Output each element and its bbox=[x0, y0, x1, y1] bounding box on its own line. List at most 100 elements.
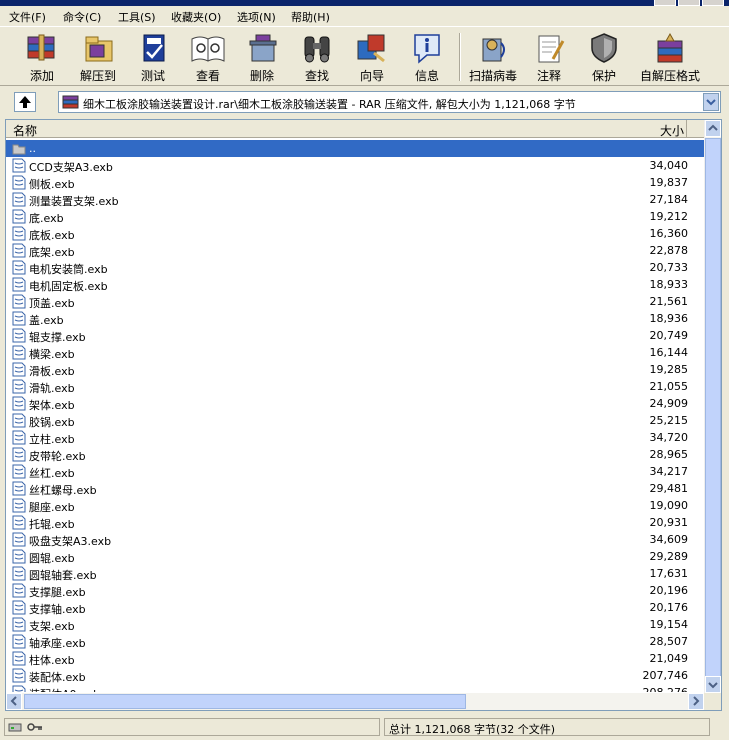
file-name: 滑轨.exb bbox=[29, 382, 75, 395]
file-row[interactable]: 电机固定板.exb 18,933 bbox=[6, 276, 705, 293]
file-row[interactable]: 装配体.exb 207,746 bbox=[6, 667, 705, 684]
chevron-down-icon bbox=[706, 99, 716, 106]
file-row[interactable]: 圆辊轴套.exb 17,631 bbox=[6, 565, 705, 582]
file-row[interactable]: 辊支撑.exb 20,749 bbox=[6, 327, 705, 344]
file-size: 29,481 bbox=[649, 482, 689, 495]
file-row[interactable]: 丝杠螺母.exb 29,481 bbox=[6, 480, 705, 497]
file-name: 支撑轴.exb bbox=[29, 603, 86, 616]
file-row[interactable]: 丝杠.exb 34,217 bbox=[6, 463, 705, 480]
file-name: CCD支架A3.exb bbox=[29, 161, 113, 174]
file-row[interactable]: 侧板.exb 19,837 bbox=[6, 174, 705, 191]
exb-file-icon bbox=[12, 668, 26, 683]
file-row[interactable]: 支架.exb 19,154 bbox=[6, 616, 705, 633]
file-row[interactable]: 吸盘支架A3.exb 34,609 bbox=[6, 531, 705, 548]
menu-file[interactable]: 文件(F) bbox=[9, 9, 46, 25]
file-row[interactable]: 底板.exb 16,360 bbox=[6, 225, 705, 242]
delete-button[interactable]: 删除 bbox=[234, 30, 290, 84]
file-row[interactable]: 顶盖.exb 21,561 bbox=[6, 293, 705, 310]
exb-file-icon bbox=[12, 685, 26, 692]
exb-file-icon bbox=[12, 498, 26, 513]
file-size: 16,360 bbox=[649, 227, 689, 240]
menu-help[interactable]: 帮助(H) bbox=[291, 9, 330, 25]
file-row[interactable]: 胶锅.exb 25,215 bbox=[6, 412, 705, 429]
file-list: 名称 大小 .. CCD支架A3.exb 34,040 侧板.exb 19,837 测量… bbox=[5, 119, 722, 711]
file-size: 28,507 bbox=[649, 635, 689, 648]
file-row[interactable]: 轴承座.exb 28,507 bbox=[6, 633, 705, 650]
file-name: 测量装置支架.exb bbox=[29, 195, 119, 208]
scroll-up-button[interactable] bbox=[705, 120, 721, 137]
file-name: 侧板.exb bbox=[29, 178, 75, 191]
add-label: 添加 bbox=[29, 69, 54, 83]
file-row[interactable]: 柱体.exb 21,049 bbox=[6, 650, 705, 667]
column-header-size[interactable]: 大小 bbox=[660, 122, 684, 139]
virus-scan-button[interactable]: 扫描病毒 bbox=[465, 30, 521, 84]
wizard-icon bbox=[357, 34, 385, 63]
file-row[interactable]: 电机安装筒.exb 20,733 bbox=[6, 259, 705, 276]
file-name: 底.exb bbox=[29, 212, 64, 225]
find-button[interactable]: 查找 bbox=[289, 30, 345, 84]
rar-archive-icon bbox=[62, 95, 79, 109]
test-button[interactable]: 测试 bbox=[125, 30, 181, 84]
info-button[interactable]: 信息 bbox=[399, 30, 455, 84]
view-button[interactable]: 查看 bbox=[180, 30, 236, 84]
file-row[interactable]: 立柱.exb 34,720 bbox=[6, 429, 705, 446]
scroll-right-button[interactable] bbox=[688, 693, 704, 710]
file-row[interactable]: 滑轨.exb 21,055 bbox=[6, 378, 705, 395]
file-row[interactable]: 装配体A0.exb 208,276 bbox=[6, 684, 705, 692]
file-row[interactable]: 支撑轴.exb 20,176 bbox=[6, 599, 705, 616]
sfx-button[interactable]: 自解压格式 bbox=[636, 30, 704, 84]
file-row[interactable]: 盖.exb 18,936 bbox=[6, 310, 705, 327]
file-row[interactable]: CCD支架A3.exb 34,040 bbox=[6, 157, 705, 174]
file-size: 20,749 bbox=[649, 329, 689, 342]
menu-favorites[interactable]: 收藏夹(O) bbox=[171, 9, 221, 25]
vertical-scroll-thumb[interactable] bbox=[705, 138, 721, 678]
menu-options[interactable]: 选项(N) bbox=[237, 9, 276, 25]
file-row[interactable]: 横梁.exb 16,144 bbox=[6, 344, 705, 361]
up-one-level-button[interactable] bbox=[14, 92, 36, 112]
file-name: 装配体.exb bbox=[29, 671, 86, 684]
file-row[interactable]: 圆辊.exb 29,289 bbox=[6, 548, 705, 565]
delete-label: 删除 bbox=[249, 69, 274, 83]
file-row[interactable]: 测量装置支架.exb 27,184 bbox=[6, 191, 705, 208]
file-row[interactable]: 支撑腿.exb 20,196 bbox=[6, 582, 705, 599]
file-name: 顶盖.exb bbox=[29, 297, 75, 310]
file-size: 21,561 bbox=[649, 295, 689, 308]
horizontal-scrollbar[interactable] bbox=[6, 693, 705, 710]
parent-folder-row[interactable]: .. bbox=[6, 140, 705, 157]
file-name: 胶锅.exb bbox=[29, 416, 75, 429]
file-row[interactable]: 架体.exb 24,909 bbox=[6, 395, 705, 412]
vertical-scrollbar[interactable] bbox=[704, 120, 721, 693]
column-header-name[interactable]: 名称 bbox=[6, 120, 687, 138]
file-row[interactable]: 底.exb 19,212 bbox=[6, 208, 705, 225]
exb-file-icon bbox=[12, 277, 26, 292]
status-left-pane bbox=[4, 718, 380, 736]
folder-up-icon bbox=[12, 144, 26, 155]
address-path-combobox[interactable]: 细木工板涂胶输送装置设计.rar\细木工板涂胶输送装置 - RAR 压缩文件, … bbox=[58, 91, 721, 113]
horizontal-scroll-thumb[interactable] bbox=[24, 694, 466, 709]
menu-commands[interactable]: 命令(C) bbox=[63, 9, 101, 25]
extract-to-button[interactable]: 解压到 bbox=[70, 30, 126, 84]
file-row[interactable]: 滑板.exb 19,285 bbox=[6, 361, 705, 378]
wizard-button[interactable]: 向导 bbox=[344, 30, 400, 84]
status-bar: 总计 1,121,068 字节(32 个文件) bbox=[0, 715, 729, 740]
file-name: 轴承座.exb bbox=[29, 637, 86, 650]
exb-file-icon bbox=[12, 175, 26, 190]
scroll-left-button[interactable] bbox=[6, 693, 22, 710]
file-name: 底架.exb bbox=[29, 246, 75, 259]
menu-tools[interactable]: 工具(S) bbox=[118, 9, 156, 25]
exb-file-icon bbox=[12, 583, 26, 598]
address-dropdown-button[interactable] bbox=[703, 93, 719, 111]
scroll-down-button[interactable] bbox=[705, 676, 721, 693]
extract-to-label: 解压到 bbox=[79, 69, 116, 83]
virus-scan-icon bbox=[482, 38, 505, 62]
comment-button[interactable]: 注释 bbox=[521, 30, 577, 84]
file-name: 托辊.exb bbox=[29, 518, 75, 531]
file-row[interactable]: 底架.exb 22,878 bbox=[6, 242, 705, 259]
add-button[interactable]: 添加 bbox=[14, 30, 70, 84]
file-size: 18,936 bbox=[649, 312, 689, 325]
file-row[interactable]: 托辊.exb 20,931 bbox=[6, 514, 705, 531]
file-row[interactable]: 皮带轮.exb 28,965 bbox=[6, 446, 705, 463]
protect-button[interactable]: 保护 bbox=[576, 30, 632, 84]
file-row[interactable]: 腿座.exb 19,090 bbox=[6, 497, 705, 514]
chevron-down-icon bbox=[708, 682, 718, 689]
